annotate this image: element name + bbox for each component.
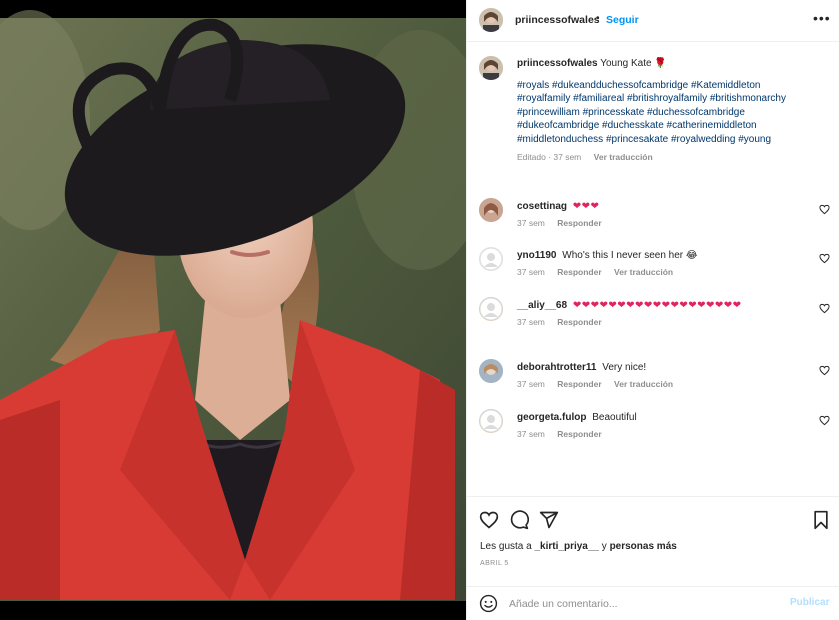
- post-sidebar: priincessofwales • Seguir ••• priincesso…: [466, 0, 839, 620]
- comment-meta: 37 sem Responder: [517, 316, 807, 329]
- likes-prefix: Les gusta a: [480, 541, 532, 552]
- comment-time[interactable]: 37 sem: [517, 267, 545, 277]
- comment-body: __aliy__68 ❤❤❤❤❤❤❤❤❤❤❤❤❤❤❤❤❤❤❤ 37 sem Re…: [517, 299, 807, 329]
- comment-username[interactable]: deborahtrotter11: [517, 362, 596, 373]
- see-translation-link[interactable]: Ver traducción: [594, 152, 653, 162]
- see-translation-link[interactable]: Ver traducción: [614, 379, 673, 389]
- comment-text: Very nice!: [602, 362, 647, 373]
- reply-button[interactable]: Responder: [557, 379, 601, 389]
- publish-button[interactable]: Publicar: [790, 597, 829, 608]
- comment-meta: 37 sem Responder: [517, 428, 807, 441]
- reply-button[interactable]: Responder: [557, 218, 601, 228]
- see-translation-link[interactable]: Ver traducción: [614, 267, 673, 277]
- caption-username[interactable]: priincessofwales: [517, 58, 598, 69]
- caption-hashtags[interactable]: #royals #dukeandduchessofcambridge #Kate…: [517, 79, 807, 147]
- more-options-icon[interactable]: •••: [813, 10, 831, 26]
- emoji-icon[interactable]: [479, 594, 498, 613]
- comment-username[interactable]: cosettinag: [517, 201, 567, 212]
- comment-icon[interactable]: [509, 510, 529, 530]
- comment-meta: 37 sem Responder Ver traducción: [517, 266, 807, 279]
- author-username[interactable]: priincessofwales: [515, 14, 600, 26]
- instagram-post-modal: priincessofwales • Seguir ••• priincesso…: [0, 0, 839, 620]
- follow-button[interactable]: Seguir: [606, 14, 639, 26]
- caption-body: Young Kate 🌹: [600, 58, 667, 69]
- comment-time[interactable]: 37 sem: [517, 379, 545, 389]
- avatar[interactable]: [479, 359, 503, 383]
- post-header: priincessofwales • Seguir •••: [467, 0, 839, 42]
- avatar[interactable]: [479, 56, 503, 80]
- comment-meta: 37 sem Responder Ver traducción: [517, 378, 807, 391]
- caption-edited: Editado · 37 sem: [517, 152, 582, 162]
- heart-icon[interactable]: [819, 415, 830, 426]
- comment-composer: Publicar: [467, 586, 839, 620]
- separator-dot: •: [596, 13, 600, 24]
- comment-text: ❤❤❤: [572, 201, 600, 212]
- comment-username[interactable]: yno1190: [517, 250, 556, 261]
- avatar[interactable]: [479, 297, 503, 321]
- caption-text: priincessofwales Young Kate 🌹 #royals #d…: [517, 57, 807, 165]
- post-actions: Les gusta a _kirti_priya__ y personas má…: [467, 496, 839, 586]
- comment-body: georgeta.fulop Beaoutiful 37 sem Respond…: [517, 411, 807, 441]
- reply-button[interactable]: Responder: [557, 267, 601, 277]
- likes-joiner: y: [601, 541, 607, 552]
- likes-others-link[interactable]: personas más: [610, 541, 677, 552]
- heart-icon[interactable]: [819, 204, 830, 215]
- reply-button[interactable]: Responder: [557, 429, 601, 439]
- comment-input[interactable]: [509, 595, 779, 613]
- comment-body: deborahtrotter11 Very nice! 37 sem Respo…: [517, 361, 807, 391]
- comment-text: ❤❤❤❤❤❤❤❤❤❤❤❤❤❤❤❤❤❤❤: [572, 300, 742, 311]
- like-heart-icon[interactable]: [479, 510, 499, 530]
- post-photo[interactable]: [0, 0, 466, 620]
- avatar[interactable]: [479, 198, 503, 222]
- comment-time[interactable]: 37 sem: [517, 429, 545, 439]
- comment-time[interactable]: 37 sem: [517, 317, 545, 327]
- avatar[interactable]: [479, 247, 503, 271]
- heart-icon[interactable]: [819, 365, 830, 376]
- comment-body: yno1190 Who's this I never seen her 😂 37…: [517, 249, 807, 279]
- comment-text: Beaoutiful: [592, 412, 637, 423]
- bookmark-icon[interactable]: [811, 510, 831, 530]
- comment-username[interactable]: georgeta.fulop: [517, 412, 586, 423]
- post-date[interactable]: ABRIL 5: [480, 560, 509, 567]
- comment-username[interactable]: __aliy__68: [517, 300, 567, 311]
- comment-text: Who's this I never seen her 😂: [562, 250, 698, 261]
- caption-meta: Editado · 37 sem Ver traducción: [517, 151, 807, 165]
- comment-meta: 37 sem Responder: [517, 217, 807, 230]
- reply-button[interactable]: Responder: [557, 317, 601, 327]
- heart-icon[interactable]: [819, 253, 830, 264]
- avatar[interactable]: [479, 409, 503, 433]
- likes-summary: Les gusta a _kirti_priya__ y personas má…: [480, 541, 677, 552]
- heart-icon[interactable]: [819, 303, 830, 314]
- comment-time[interactable]: 37 sem: [517, 218, 545, 228]
- comment-body: cosettinag ❤❤❤ 37 sem Responder: [517, 200, 807, 230]
- comments-list[interactable]: priincessofwales Young Kate 🌹 #royals #d…: [467, 43, 839, 496]
- likes-user-link[interactable]: _kirti_priya__: [535, 541, 600, 552]
- portrait-illustration: [0, 0, 466, 620]
- avatar[interactable]: [479, 8, 503, 32]
- share-icon[interactable]: [539, 510, 559, 530]
